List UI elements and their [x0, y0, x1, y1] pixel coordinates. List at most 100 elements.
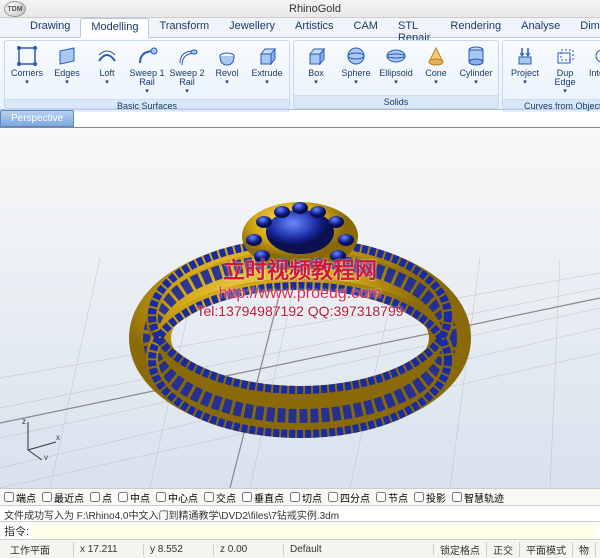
osnap-3[interactable]: 中点 [118, 490, 150, 505]
menu-jewellery[interactable]: Jewellery [219, 18, 285, 37]
cylinder-icon [465, 45, 487, 67]
ring-model [120, 158, 480, 458]
command-prompt-label: 指令: [4, 523, 29, 539]
cylinder-label: Cylinder [459, 69, 492, 78]
cone-button[interactable]: Cone▾ [416, 43, 456, 93]
osnap-0[interactable]: 端点 [4, 490, 36, 505]
dropdown-arrow-icon: ▾ [65, 78, 69, 86]
sweep1-button[interactable]: Sweep 1 Rail▾ [127, 43, 167, 97]
osnap-5[interactable]: 交点 [204, 490, 236, 505]
dropdown-arrow-icon: ▾ [434, 78, 438, 86]
status-osnap[interactable]: 物 [573, 542, 596, 557]
status-layer[interactable]: Default [284, 544, 434, 555]
project-button[interactable]: Project▾ [505, 43, 545, 97]
osnap-2[interactable]: 点 [90, 490, 112, 505]
ribbon-group-label: Solids [294, 95, 498, 108]
osnap-checkbox-7[interactable] [290, 492, 300, 502]
menubar: DrawingModellingTransformJewelleryArtist… [0, 18, 600, 38]
sphere-label: Sphere [341, 69, 370, 78]
dupedge-label: Dup Edge [546, 69, 584, 87]
osnap-checkbox-1[interactable] [42, 492, 52, 502]
loft-button[interactable]: Loft▾ [87, 43, 127, 97]
viewport-perspective[interactable]: z y x 立时视频教程网 http://www.proeug.com Tel:… [0, 128, 600, 488]
dropdown-arrow-icon: ▾ [265, 78, 269, 86]
menu-cam[interactable]: CAM [344, 18, 388, 37]
osnap-11[interactable]: 智慧轨迹 [452, 490, 504, 505]
osnap-1[interactable]: 最近点 [42, 490, 84, 505]
osnap-checkbox-10[interactable] [414, 492, 424, 502]
osnap-checkbox-8[interactable] [328, 492, 338, 502]
loft-label: Loft [99, 69, 114, 78]
dropdown-arrow-icon: ▾ [394, 78, 398, 86]
osnap-6[interactable]: 垂直点 [242, 490, 284, 505]
ribbon-group-label: Curves from Objects [503, 99, 600, 112]
sphere-button[interactable]: Sphere▾ [336, 43, 376, 93]
osnap-checkbox-0[interactable] [4, 492, 14, 502]
project-label: Project [511, 69, 539, 78]
osnap-checkbox-9[interactable] [376, 492, 386, 502]
status-bar: 工作平面 x 17.211 y 8.552 z 0.00 Default 锁定格… [0, 540, 600, 558]
menu-analyse[interactable]: Analyse [511, 18, 570, 37]
menu-artistics[interactable]: Artistics [285, 18, 344, 37]
dropdown-arrow-icon: ▾ [225, 78, 229, 86]
project-icon [514, 45, 536, 67]
revolve-button[interactable]: Revol▾ [207, 43, 247, 97]
sweep2-button[interactable]: Sweep 2 Rail▾ [167, 43, 207, 97]
menu-rendering[interactable]: Rendering [440, 18, 511, 37]
viewport-tabs: Perspective [0, 110, 600, 128]
dropdown-arrow-icon: ▾ [145, 87, 149, 95]
osnap-8[interactable]: 四分点 [328, 490, 370, 505]
ribbon-group-basic-surfaces: Corners▾Edges▾Loft▾Sweep 1 Rail▾Sweep 2 … [4, 40, 290, 109]
app-title: RhinoGold [30, 3, 600, 15]
osnap-4[interactable]: 中心点 [156, 490, 198, 505]
osnap-label-7: 切点 [302, 490, 322, 505]
intersect-button[interactable]: Intersec▾ [585, 43, 600, 97]
svg-text:x: x [56, 433, 60, 442]
menu-drawing[interactable]: Drawing [20, 18, 80, 37]
osnap-7[interactable]: 切点 [290, 490, 322, 505]
osnap-checkbox-3[interactable] [118, 492, 128, 502]
box-button[interactable]: Box▾ [296, 43, 336, 93]
dropdown-arrow-icon: ▾ [105, 78, 109, 86]
edges-button[interactable]: Edges▾ [47, 43, 87, 97]
menu-transform[interactable]: Transform [149, 18, 219, 37]
osnap-bar: 端点最近点点中点 中心点交点 垂直点 切点四分点节点投影智慧轨迹 [0, 488, 600, 506]
intersect-label: Intersec [589, 69, 600, 78]
corners-label: Corners [11, 69, 43, 78]
sphere-icon [345, 45, 367, 67]
corners-button[interactable]: Corners▾ [7, 43, 47, 97]
osnap-label-4: 中心点 [168, 490, 198, 505]
sweep1-icon [136, 45, 158, 67]
ribbon-group-curves-from-objects: Project▾Dup Edge▾Intersec▾ Curves from Ob… [502, 40, 600, 109]
status-z: z 0.00 [214, 544, 284, 555]
menu-stl-repair[interactable]: STL Repair [388, 18, 440, 37]
tab-perspective[interactable]: Perspective [0, 110, 74, 127]
dropdown-arrow-icon: ▾ [354, 78, 358, 86]
osnap-9[interactable]: 节点 [376, 490, 408, 505]
osnap-checkbox-2[interactable] [90, 492, 100, 502]
status-gridlock[interactable]: 锁定格点 [434, 542, 487, 557]
ellipsoid-button[interactable]: Ellipsoid▾ [376, 43, 416, 93]
osnap-checkbox-6[interactable] [242, 492, 252, 502]
osnap-checkbox-5[interactable] [204, 492, 214, 502]
osnap-10[interactable]: 投影 [414, 490, 446, 505]
menu-dimension[interactable]: Dimension [570, 18, 600, 37]
dupedge-button[interactable]: Dup Edge▾ [545, 43, 585, 97]
cylinder-button[interactable]: Cylinder▾ [456, 43, 496, 93]
cone-label: Cone [425, 69, 447, 78]
sweep2-label: Sweep 2 Rail [168, 69, 206, 87]
status-ortho[interactable]: 正交 [487, 542, 520, 557]
ribbon: Corners▾Edges▾Loft▾Sweep 1 Rail▾Sweep 2 … [0, 38, 600, 110]
ellipsoid-icon [385, 45, 407, 67]
osnap-label-6: 垂直点 [254, 490, 284, 505]
menu-modelling[interactable]: Modelling [80, 18, 149, 38]
revolve-icon [216, 45, 238, 67]
sweep2-icon [176, 45, 198, 67]
status-workplane[interactable]: 工作平面 [4, 542, 74, 557]
extrude-button[interactable]: Extrude▾ [247, 43, 287, 97]
osnap-checkbox-4[interactable] [156, 492, 166, 502]
osnap-checkbox-11[interactable] [452, 492, 462, 502]
command-input[interactable] [33, 524, 596, 538]
status-planar[interactable]: 平面模式 [520, 542, 573, 557]
svg-text:y: y [44, 453, 48, 460]
